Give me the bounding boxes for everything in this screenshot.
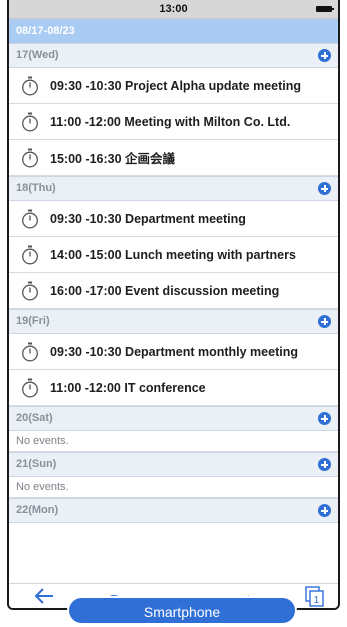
event-text: 16:00 -17:00 Event discussion meeting (50, 283, 280, 298)
stopwatch-icon (22, 342, 38, 361)
stopwatch-icon (22, 148, 38, 167)
event-item[interactable]: 11:00 -12:00 IT conference (9, 370, 338, 406)
copy-pages-icon[interactable]: 1 (304, 586, 326, 608)
back-arrow-icon[interactable] (33, 586, 55, 606)
battery-icon (316, 6, 334, 12)
stopwatch-icon (22, 76, 38, 95)
day-header: 22(Mon) (9, 498, 338, 523)
day-header-label: 19(Fri) (16, 315, 50, 327)
status-time: 13:00 (159, 3, 188, 15)
add-event-icon[interactable] (318, 412, 331, 425)
day-header: 20(Sat) (9, 406, 338, 431)
event-text: 09:30 -10:30 Project Alpha update meetin… (50, 78, 302, 93)
event-text: 14:00 -15:00 Lunch meeting with partners (50, 247, 296, 262)
no-events-text: No events. (9, 477, 338, 498)
event-text: 09:30 -10:30 Department meeting (50, 211, 246, 226)
stopwatch-icon (22, 112, 38, 131)
schedule-list: 17(Wed) 09:30 -10:30 Project Alpha updat… (9, 43, 338, 584)
status-bar: 13:00 (9, 0, 338, 19)
day-header-label: 20(Sat) (16, 412, 53, 424)
day-header-label: 17(Wed) (16, 49, 59, 61)
day-group: 17(Wed) 09:30 -10:30 Project Alpha updat… (9, 43, 338, 176)
add-event-icon[interactable] (318, 315, 331, 328)
date-range-bar: 08/17-08/23 (9, 19, 338, 43)
event-item[interactable]: 09:30 -10:30 Department monthly meeting (9, 334, 338, 370)
day-header-label: 18(Thu) (16, 182, 56, 194)
event-text: 15:00 -16:30 企画会議 (50, 152, 176, 166)
no-events-text: No events. (9, 431, 338, 452)
day-group: 21(Sun) No events. (9, 452, 338, 498)
day-header: 18(Thu) (9, 176, 338, 201)
event-item[interactable]: 15:00 -16:30 企画会議 (9, 140, 338, 176)
event-item[interactable]: 09:30 -10:30 Department meeting (9, 201, 338, 237)
day-group: 20(Sat) No events. (9, 406, 338, 452)
event-item[interactable]: 16:00 -17:00 Event discussion meeting (9, 273, 338, 309)
date-range-label: 08/17-08/23 (16, 25, 75, 37)
day-header-label: 22(Mon) (16, 504, 59, 516)
day-header: 21(Sun) (9, 452, 338, 477)
device-label-text: Smartphone (143, 604, 221, 620)
event-text: 11:00 -12:00 IT conference (50, 380, 206, 395)
day-header: 17(Wed) (9, 43, 338, 68)
day-group: 18(Thu) 09:30 -10:30 Department meeting … (9, 176, 338, 309)
stopwatch-icon (22, 245, 38, 264)
add-event-icon[interactable] (318, 504, 331, 517)
stopwatch-icon (22, 209, 38, 228)
phone-frame: 13:00 08/17-08/23 17(Wed) 09:30 -10:30 P… (7, 0, 340, 610)
day-header: 19(Fri) (9, 309, 338, 334)
event-item[interactable]: 11:00 -12:00 Meeting with Milton Co. Ltd… (9, 104, 338, 140)
add-event-icon[interactable] (318, 458, 331, 471)
day-group: 22(Mon) (9, 498, 338, 523)
event-item[interactable]: 09:30 -10:30 Project Alpha update meetin… (9, 68, 338, 104)
day-group: 19(Fri) 09:30 -10:30 Department monthly … (9, 309, 338, 406)
event-text: 09:30 -10:30 Department monthly meeting (50, 344, 298, 359)
pages-count: 1 (314, 595, 320, 606)
event-item[interactable]: 14:00 -15:00 Lunch meeting with partners (9, 237, 338, 273)
day-header-label: 21(Sun) (16, 458, 57, 470)
event-text: 11:00 -12:00 Meeting with Milton Co. Ltd… (50, 114, 291, 129)
add-event-icon[interactable] (318, 49, 331, 62)
stopwatch-icon (22, 378, 38, 397)
device-label: Smartphone (67, 596, 297, 625)
stopwatch-icon (22, 281, 38, 300)
add-event-icon[interactable] (318, 182, 331, 195)
